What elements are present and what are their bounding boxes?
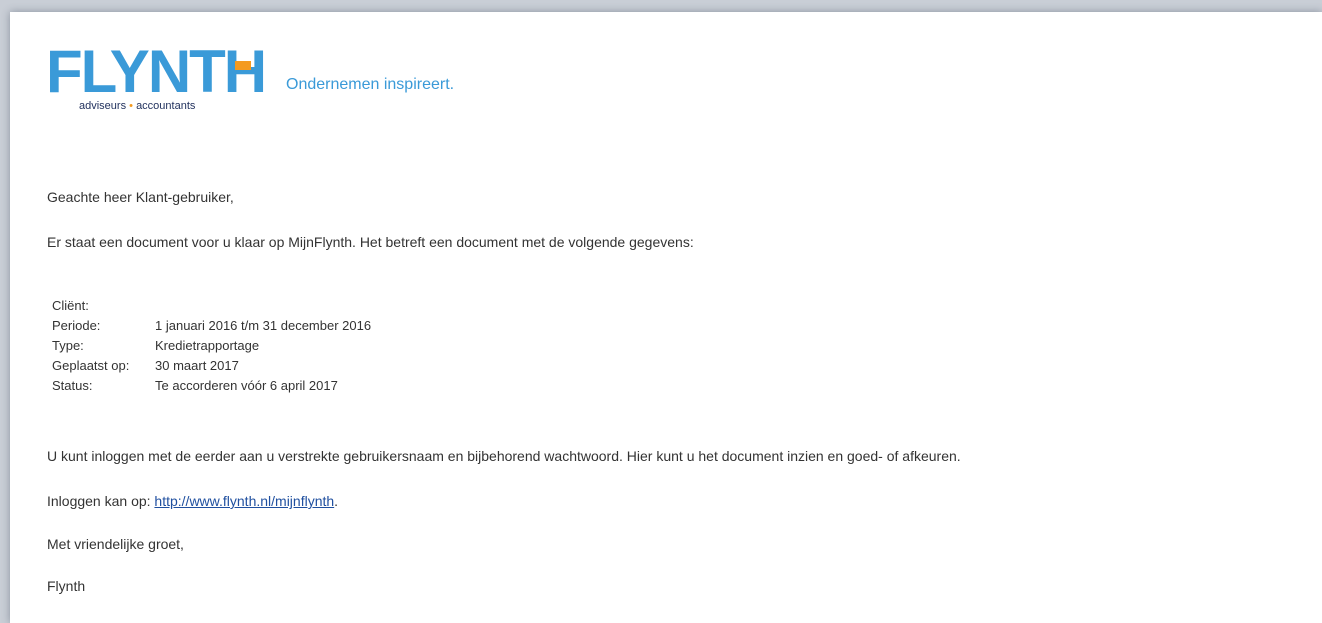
- detail-label: Status:: [52, 378, 93, 393]
- email-login-instructions: U kunt inloggen met de eerder aan u vers…: [47, 448, 961, 464]
- document-details-table: Cliënt: Periode: 1 januari 2016 t/m 31 d…: [52, 296, 371, 396]
- detail-label: Geplaatst op:: [52, 358, 130, 373]
- detail-row-status: Status: Te accorderen vóór 6 april 2017: [52, 376, 371, 396]
- email-login-line: Inloggen kan op: http://www.flynth.nl/mi…: [47, 493, 338, 510]
- detail-value: [155, 296, 371, 316]
- link-prefix: Inloggen kan op:: [47, 493, 155, 509]
- detail-value: 1 januari 2016 t/m 31 december 2016: [155, 318, 372, 333]
- detail-row-client: Cliënt:: [52, 296, 371, 316]
- logo-subtitle-left: adviseurs: [79, 100, 127, 112]
- logo-subtitle-dot: •: [129, 100, 133, 112]
- logo-accent-bar: [235, 61, 251, 70]
- link-suffix: .: [334, 493, 339, 509]
- logo-wordmark: FLYNTH: [46, 38, 267, 105]
- detail-value: Kredietrapportage: [155, 338, 260, 353]
- logo-subtitle: adviseurs • accountants: [79, 100, 195, 112]
- detail-label: Periode:: [52, 318, 101, 333]
- email-closing: Met vriendelijke groet,: [47, 536, 184, 552]
- email-greeting: Geachte heer Klant-gebruiker,: [47, 189, 234, 205]
- detail-row-period: Periode: 1 januari 2016 t/m 31 december …: [52, 316, 371, 336]
- detail-value: Te accorderen vóór 6 april 2017: [155, 378, 338, 393]
- detail-value: 30 maart 2017: [155, 358, 239, 373]
- detail-row-placed: Geplaatst op: 30 maart 2017: [52, 356, 371, 376]
- logo-tagline: Ondernemen inspireert.: [286, 76, 455, 93]
- mijnflynth-link[interactable]: http://www.flynth.nl/mijnflynth: [154, 493, 334, 509]
- email-window: FLYNTH adviseurs • accountants Onderneme…: [10, 12, 1322, 623]
- email-signature: Flynth: [47, 578, 86, 594]
- flynth-logo: FLYNTH adviseurs • accountants Onderneme…: [46, 42, 646, 122]
- detail-label: Cliënt:: [52, 298, 89, 313]
- email-intro: Er staat een document voor u klaar op Mi…: [47, 234, 694, 250]
- detail-label: Type:: [52, 338, 84, 353]
- logo-subtitle-right: accountants: [136, 100, 196, 112]
- detail-row-type: Type: Kredietrapportage: [52, 336, 371, 356]
